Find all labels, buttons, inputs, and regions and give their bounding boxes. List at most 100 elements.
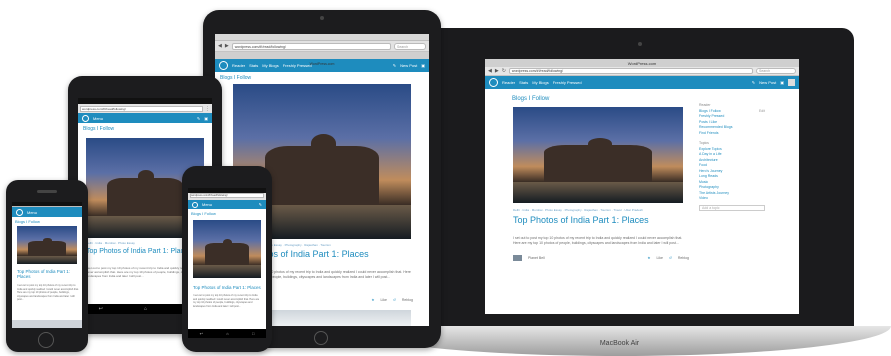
iphone-frame: Menu Blogs I Follow Top Photos of India … <box>6 180 88 352</box>
forward-icon[interactable]: ▶ <box>225 43 229 49</box>
phone-wp-admin-bar: Menu ✎ <box>188 200 266 209</box>
post-photo[interactable] <box>513 107 683 203</box>
author-avatar <box>513 255 522 261</box>
tablet-wp-admin-bar: Menu ✎ ▣ <box>78 113 212 123</box>
reblog-icon[interactable]: ↺ <box>393 298 396 302</box>
like-button[interactable]: Like <box>657 256 663 260</box>
nav-freshly-pressed[interactable]: Freshly Pressed <box>553 80 582 85</box>
post-photo[interactable] <box>17 226 77 264</box>
ipad-browser-toolbar: ◀ ▶ wordpress.com/#!/read/following/ Sea… <box>215 41 429 52</box>
post-excerpt: I set out to post my top 10 photos of my… <box>513 236 683 245</box>
nav-menu[interactable]: Menu <box>93 116 103 121</box>
reader-sidebar: Reader Blogs I Follow Edit Freshly Press… <box>699 103 765 211</box>
phone-url-input[interactable]: wordpress.com/#!/read/following/ <box>190 193 264 198</box>
macbook-frame: WordPress.com ◀ ▶ ↻ wordpress.com/#!/rea… <box>428 28 854 328</box>
tag[interactable]: Rajasthan <box>304 243 318 247</box>
macbook-screen: WordPress.com ◀ ▶ ↻ wordpress.com/#!/rea… <box>485 59 799 314</box>
wordpress-logo-icon[interactable] <box>219 61 228 70</box>
ipad-tab-title[interactable]: WordPress.com <box>310 62 335 66</box>
tag[interactable]: Photography <box>285 243 302 247</box>
android-recents-icon[interactable]: □ <box>252 331 254 336</box>
macbook-browser-window: WordPress.com ◀ ▶ ↻ wordpress.com/#!/rea… <box>485 59 799 314</box>
url-input[interactable]: wordpress.com/#!/read/following/ <box>508 68 753 74</box>
add-topic-input[interactable]: Add a topic <box>699 204 765 211</box>
post-title[interactable]: Top Photos of India Part 1: Places <box>513 215 693 226</box>
like-button[interactable]: Like <box>381 298 387 302</box>
wordpress-logo-icon[interactable] <box>82 114 89 122</box>
android-home-icon[interactable]: ⌂ <box>226 331 228 336</box>
nav-menu[interactable]: Menu <box>27 210 37 215</box>
notifications-icon[interactable]: ▣ <box>204 116 208 121</box>
nav-stats[interactable]: Stats <box>249 63 258 68</box>
android-phone-frame: wordpress.com/#!/read/following/ Menu ✎ … <box>182 166 272 352</box>
reblog-button[interactable]: Reblog <box>402 298 413 302</box>
wordpress-logo-icon[interactable] <box>489 78 498 87</box>
tag[interactable]: Photo Essay <box>118 241 135 245</box>
reblog-icon[interactable]: ↺ <box>669 256 672 260</box>
pencil-icon[interactable]: ✎ <box>393 63 396 68</box>
pencil-icon[interactable]: ✎ <box>259 202 262 207</box>
android-home-icon[interactable]: ⌂ <box>144 306 147 312</box>
notifications-icon[interactable]: ▣ <box>421 63 425 68</box>
device-showcase: WordPress.com ◀ ▶ ↻ wordpress.com/#!/rea… <box>0 0 891 356</box>
post-tags: Delhi · India · Mumbai · Photo Essay · P… <box>513 208 643 212</box>
like-icon[interactable]: ★ <box>371 298 374 302</box>
back-icon[interactable]: ◀ <box>218 43 222 49</box>
nav-my-blogs[interactable]: My Blogs <box>262 63 278 68</box>
iphone-home-button[interactable] <box>38 332 54 348</box>
nav-stats[interactable]: Stats <box>519 80 528 85</box>
like-icon[interactable]: ★ <box>647 256 650 260</box>
tag[interactable]: Rajasthan <box>584 208 598 212</box>
post-title[interactable]: Top Photos of India Part 1: Places <box>193 285 263 291</box>
tag[interactable]: Delhi <box>513 208 520 212</box>
wordpress-logo-icon[interactable] <box>192 201 198 208</box>
post-photo[interactable] <box>193 220 261 278</box>
tag[interactable]: Tourism <box>320 243 331 247</box>
sidebar-edit-link[interactable]: Edit <box>759 109 765 115</box>
back-icon[interactable]: ◀ <box>488 68 492 74</box>
nav-new-post[interactable]: New Post <box>759 80 776 85</box>
ipad-search-input[interactable]: Search <box>394 42 426 50</box>
ipad-url-input[interactable]: wordpress.com/#!/read/following/ <box>231 42 391 50</box>
tag[interactable]: Photo Essay <box>545 208 562 212</box>
browser-toolbar: ◀ ▶ ↻ wordpress.com/#!/read/following/ S… <box>485 67 799 76</box>
sidebar-topic[interactable]: Video <box>699 196 765 202</box>
ipad-home-button[interactable] <box>314 331 328 345</box>
post-author[interactable]: Planet Bell <box>528 256 545 260</box>
notifications-icon[interactable]: ▣ <box>780 80 784 85</box>
pencil-icon[interactable]: ✎ <box>197 116 200 121</box>
nav-my-blogs[interactable]: My Blogs <box>532 80 548 85</box>
iphone-safari-toolbar <box>12 320 82 328</box>
tablet-url-input[interactable]: wordpress.com/#!/read/following/ <box>80 105 203 112</box>
avatar[interactable] <box>788 79 795 86</box>
nav-freshly-pressed[interactable]: Freshly Pressed <box>283 63 312 68</box>
wordpress-logo-icon[interactable] <box>16 208 23 216</box>
tag[interactable]: Uttar Pradesh <box>624 208 643 212</box>
iphone-screen: Menu Blogs I Follow Top Photos of India … <box>12 202 82 328</box>
pencil-icon[interactable]: ✎ <box>752 80 755 85</box>
android-back-icon[interactable]: ↩ <box>200 331 203 336</box>
page-title: Blogs I Follow <box>15 219 40 224</box>
nav-reader[interactable]: Reader <box>232 63 245 68</box>
android-phone-screen: wordpress.com/#!/read/following/ Menu ✎ … <box>188 188 266 338</box>
tag[interactable]: Mumbai <box>532 208 543 212</box>
browser-tab-title[interactable]: WordPress.com <box>628 61 656 66</box>
forward-icon[interactable]: ▶ <box>495 68 499 74</box>
sidebar-item-find-friends[interactable]: Find Friends <box>699 131 765 137</box>
post-title[interactable]: Top Photos of India Part 1: Places <box>17 269 79 280</box>
android-back-icon[interactable]: ↩ <box>99 306 103 312</box>
nav-reader[interactable]: Reader <box>502 80 515 85</box>
post-excerpt: I set out to post my top 10 photos of my… <box>17 284 79 301</box>
reload-icon[interactable]: ↻ <box>502 68 506 74</box>
tag[interactable]: India <box>96 241 103 245</box>
reblog-button[interactable]: Reblog <box>678 256 689 260</box>
tablet-menu-icon[interactable]: ⋮ <box>205 106 210 112</box>
tag[interactable]: Photography <box>565 208 582 212</box>
tag[interactable]: India <box>523 208 530 212</box>
nav-new-post[interactable]: New Post <box>400 63 417 68</box>
nav-menu[interactable]: Menu <box>202 202 212 207</box>
tag[interactable]: Travel <box>614 208 622 212</box>
tag[interactable]: Mumbai <box>105 241 116 245</box>
search-input[interactable]: Search <box>756 68 796 74</box>
tag[interactable]: Tourism <box>600 208 611 212</box>
